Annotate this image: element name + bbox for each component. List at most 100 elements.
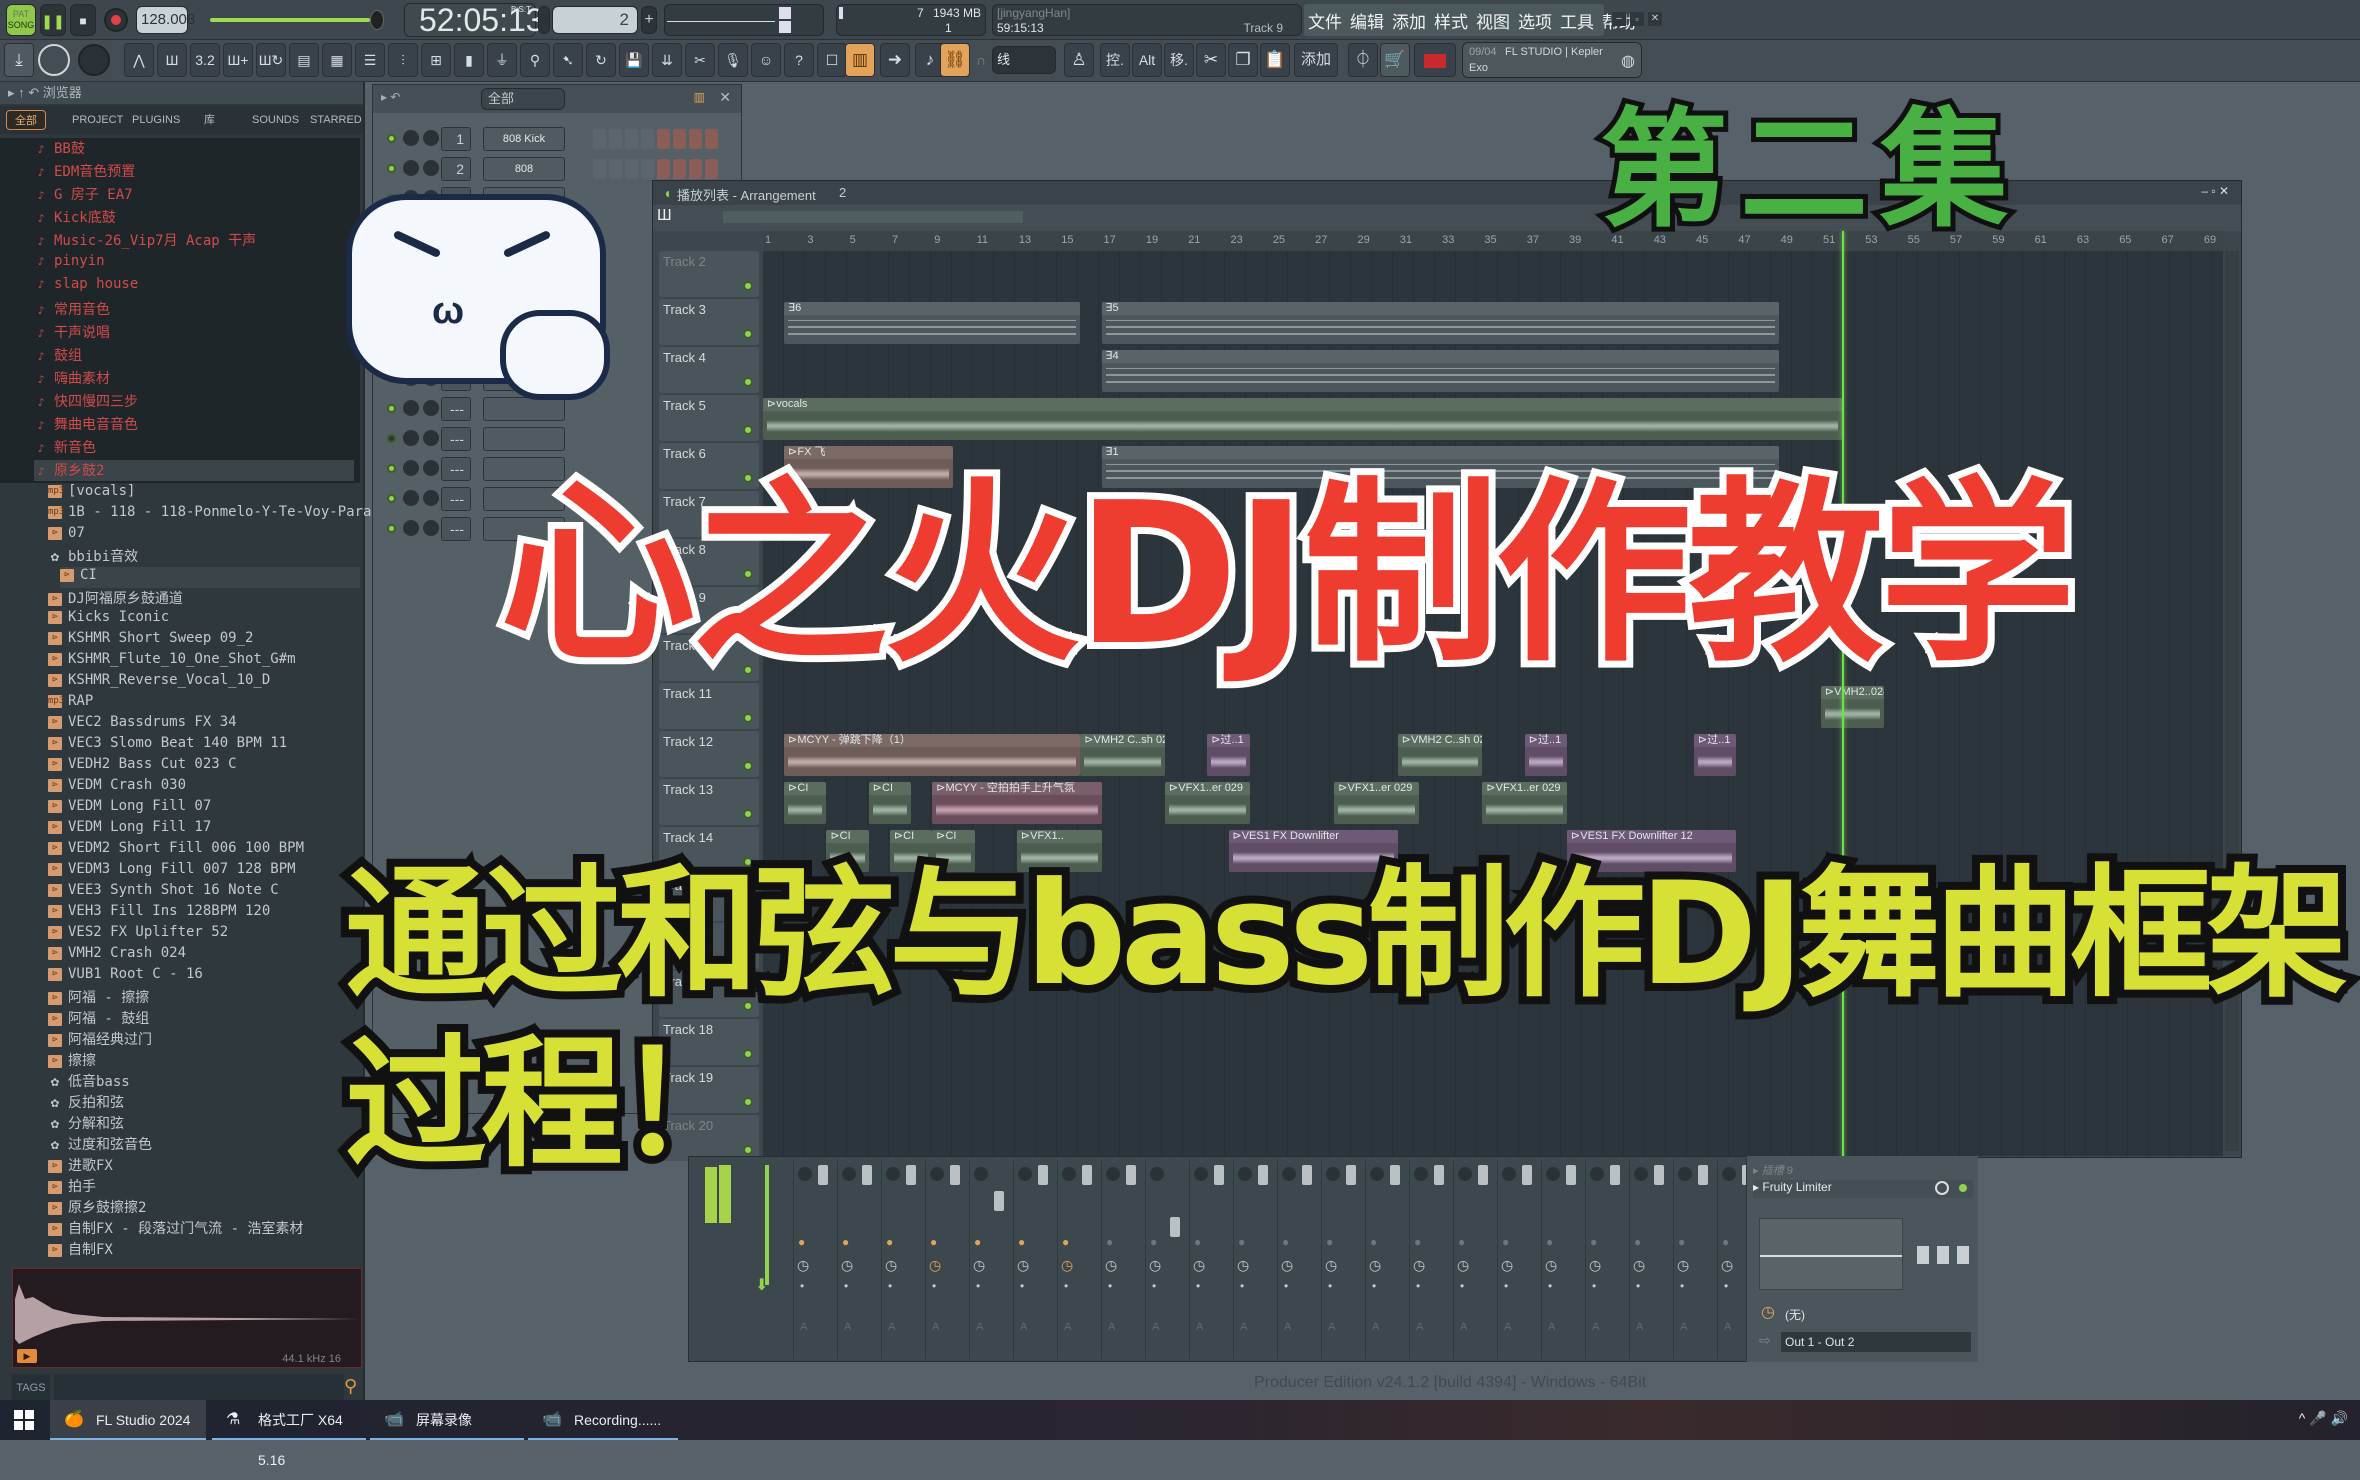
menu-item[interactable]: 选项 — [1518, 8, 1552, 32]
step-button[interactable] — [593, 129, 606, 149]
channel-rack-button[interactable]: ⊞ — [421, 43, 451, 77]
piano-roll-snap-button[interactable]: ▥ — [845, 43, 875, 77]
pattern-tool-button[interactable]: ⋀ — [124, 43, 154, 77]
browser-file[interactable]: mp3 RAP — [48, 693, 348, 714]
mixer-send-dot[interactable]: • — [976, 1279, 980, 1293]
mixer-route-icon[interactable]: A — [1592, 1321, 1599, 1333]
mixer-clock-icon[interactable]: ◷ — [1413, 1257, 1425, 1274]
close-button[interactable]: ✕ — [1648, 12, 1662, 26]
menu-item[interactable]: 添加 — [1392, 8, 1426, 32]
mixer-enable-icon[interactable]: ● — [1678, 1235, 1685, 1249]
mixer-strip[interactable]: ● ◷ • A — [1585, 1161, 1627, 1359]
mixer-send-dot[interactable]: • — [1636, 1279, 1640, 1293]
mixer-clock-icon[interactable]: ◷ — [1193, 1257, 1205, 1274]
browser-file[interactable]: ⊳ 阿福 - 擦擦 — [48, 987, 348, 1008]
browser-file[interactable]: ⊳ 擦擦 — [48, 1050, 348, 1071]
mixer-clock-icon[interactable]: ◷ — [885, 1257, 897, 1274]
menu-item[interactable]: 视图 — [1476, 8, 1510, 32]
playlist-clip[interactable]: ⊳vocals — [763, 398, 1843, 440]
control-button[interactable]: 控. — [1100, 43, 1130, 77]
close-icon[interactable]: ✕ — [719, 89, 731, 106]
mixer-clock-icon[interactable]: ◷ — [1105, 1257, 1117, 1274]
mixer-button[interactable]: ⫶ — [388, 43, 418, 77]
mixer-clock-icon[interactable]: ◷ — [1149, 1257, 1161, 1274]
mixer-enable-icon[interactable]: ● — [1238, 1235, 1245, 1249]
mixer-enable-icon[interactable]: ● — [974, 1235, 981, 1249]
mixer-enable-icon[interactable]: ● — [886, 1235, 893, 1249]
playlist-clip[interactable]: ⊳MCYY - 弹跳下降（1） — [784, 734, 1081, 776]
paste-button[interactable]: 📋 — [1260, 43, 1290, 77]
arrow-button[interactable]: ➜ — [880, 43, 910, 77]
channel-mute-led[interactable] — [387, 524, 396, 533]
channel-pan-knob[interactable] — [403, 520, 419, 536]
browser-folder[interactable]: ♪ 舞曲电音音色 — [34, 414, 354, 435]
playlist-toggle-button[interactable]: ☐ — [817, 43, 847, 77]
mixer-enable-icon[interactable]: ● — [1370, 1235, 1377, 1249]
touch-controller-button[interactable]: ➷ — [553, 43, 583, 77]
mixer-send-dot[interactable]: • — [1592, 1279, 1596, 1293]
browser-file[interactable]: ⊳ 阿福 - 鼓组 — [48, 1008, 348, 1029]
master-volume-slider[interactable] — [210, 18, 370, 22]
browser-folder[interactable]: ♪ 快四慢四三步 — [34, 391, 354, 412]
browser-folder[interactable]: ♪ BB鼓 — [34, 138, 354, 159]
browser-file[interactable]: ⊳ KSHMR_Reverse_Vocal_10_D — [48, 672, 348, 693]
mixer-strip[interactable]: ● ◷ • A — [837, 1161, 879, 1359]
browser-folder[interactable]: ♪ 原乡鼓2 — [34, 460, 354, 481]
track-header[interactable]: Track 12 — [659, 731, 759, 777]
mixer-clock-icon[interactable]: ◷ — [929, 1257, 941, 1274]
system-tray[interactable]: ^ 🎤 🔊 — [2299, 1410, 2348, 1427]
mixer-strip[interactable]: ● ◷ • A — [1365, 1161, 1407, 1359]
mixer-clock-icon[interactable]: ◷ — [1501, 1257, 1513, 1274]
channel-mixer-track[interactable]: --- — [441, 487, 471, 511]
mixer-send-dot[interactable]: • — [1064, 1279, 1068, 1293]
browser-file[interactable]: ⊳ 拍手 — [48, 1176, 348, 1197]
browser-tab[interactable]: SOUNDS — [244, 110, 307, 130]
playlist-clip[interactable]: ⊳过..1 — [1694, 734, 1737, 776]
mixer-clock-icon[interactable]: ◷ — [1633, 1257, 1645, 1274]
taskbar-app[interactable]: ⚗ 格式工厂 X64 5.16 — [212, 1400, 366, 1468]
mixer-strip[interactable]: ● ◷ • A — [1013, 1161, 1055, 1359]
browser-file[interactable]: ⊳ VES2 FX Uplifter 52 — [48, 924, 348, 945]
mixer-send-dot[interactable]: • — [1328, 1279, 1332, 1293]
playlist-clip[interactable]: ⊳VFX1..er 029 — [1165, 782, 1250, 824]
browser-file[interactable]: ⊳ VEDM2 Short Fill 006 100 BPM — [48, 840, 348, 861]
mixer-strip[interactable]: ● ◷ • A — [1145, 1161, 1187, 1359]
mixer-strip[interactable]: ● ◷ • A — [1497, 1161, 1539, 1359]
mixer-route-icon[interactable]: A — [1460, 1321, 1467, 1333]
mixer-strip[interactable]: ● ◷ • A — [1277, 1161, 1319, 1359]
mixer-send-dot[interactable]: • — [800, 1279, 804, 1293]
mixer-route-icon[interactable]: A — [976, 1321, 983, 1333]
master-pitch-knob[interactable] — [38, 44, 70, 76]
mixer-send-dot[interactable]: • — [1724, 1279, 1728, 1293]
mixer-send-dot[interactable]: • — [844, 1279, 848, 1293]
mixer-enable-icon[interactable]: ● — [1458, 1235, 1465, 1249]
browser-file[interactable]: ⊳ VEDM3 Long Fill 007 128 BPM — [48, 861, 348, 882]
mixer-route-icon[interactable]: A — [1372, 1321, 1379, 1333]
playlist-clip[interactable]: ⊳VMH2..024 — [1820, 686, 1885, 728]
eq-graph[interactable] — [1759, 1218, 1903, 1290]
browser-file[interactable]: mp3 1B - 118 - 118-Ponmelo-Y-Te-Voy-Para-… — [48, 504, 456, 525]
mixer-send-dot[interactable]: • — [1504, 1279, 1508, 1293]
playlist-clip[interactable]: ∃6 — [784, 302, 1081, 344]
mixer-route-icon[interactable]: A — [1196, 1321, 1203, 1333]
mixer-strip[interactable]: ● ◷ • A — [1057, 1161, 1099, 1359]
mixer-send-dot[interactable]: • — [1680, 1279, 1684, 1293]
channel-mixer-track[interactable]: --- — [441, 397, 471, 421]
mixer-enable-icon[interactable]: ● — [842, 1235, 849, 1249]
performance-button[interactable]: ⚲ — [520, 43, 550, 77]
step-button[interactable] — [625, 129, 638, 149]
mixer-strip[interactable]: ● ◷ • A — [1453, 1161, 1495, 1359]
channel-name-button[interactable] — [483, 427, 565, 451]
channel-volume-knob[interactable] — [423, 490, 439, 506]
mixer-strip[interactable]: ● ◷ • A — [1321, 1161, 1363, 1359]
mixer-strip[interactable]: ● ◷ • A — [1541, 1161, 1583, 1359]
song-mode-toggle[interactable]: PAT SONG — [6, 4, 36, 36]
record-button[interactable] — [104, 8, 128, 32]
menu-item[interactable]: 样式 — [1434, 8, 1468, 32]
mixer-route-icon[interactable]: A — [1548, 1321, 1555, 1333]
mixer-route-icon[interactable]: A — [1504, 1321, 1511, 1333]
mixer-send-dot[interactable]: • — [1108, 1279, 1112, 1293]
browser-file[interactable]: ⊳ VUB1 Root C - 16 — [48, 966, 348, 987]
tempo-knob[interactable] — [78, 44, 110, 76]
browser-file[interactable]: ⊳ VEE3 Synth Shot 16 Note C — [48, 882, 348, 903]
